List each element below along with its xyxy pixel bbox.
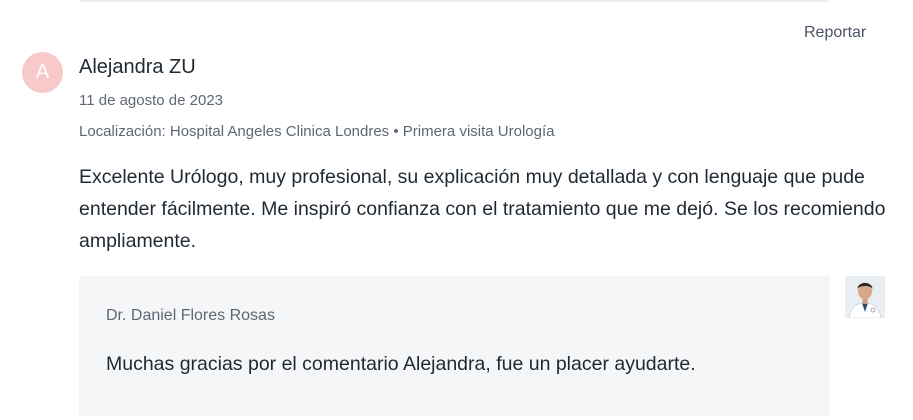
review-author: Alejandra ZU <box>79 56 196 78</box>
report-link[interactable]: Reportar <box>804 24 866 42</box>
review-date: 11 de agosto de 2023 <box>79 92 224 109</box>
review-location: Localización: Hospital Angeles Clinica L… <box>79 123 555 140</box>
reply-text: Muchas gracias por el comentario Alejand… <box>106 353 696 375</box>
doctor-avatar-icon[interactable] <box>845 276 885 318</box>
reply-doctor-name: Dr. Daniel Flores Rosas <box>106 307 275 324</box>
avatar: A <box>22 52 63 93</box>
doctor-photo-icon <box>845 276 885 318</box>
divider <box>79 0 829 2</box>
doctor-reply: Dr. Daniel Flores Rosas Muchas gracias p… <box>79 276 830 416</box>
review-text: Excelente Urólogo, muy profesional, su e… <box>79 166 886 252</box>
